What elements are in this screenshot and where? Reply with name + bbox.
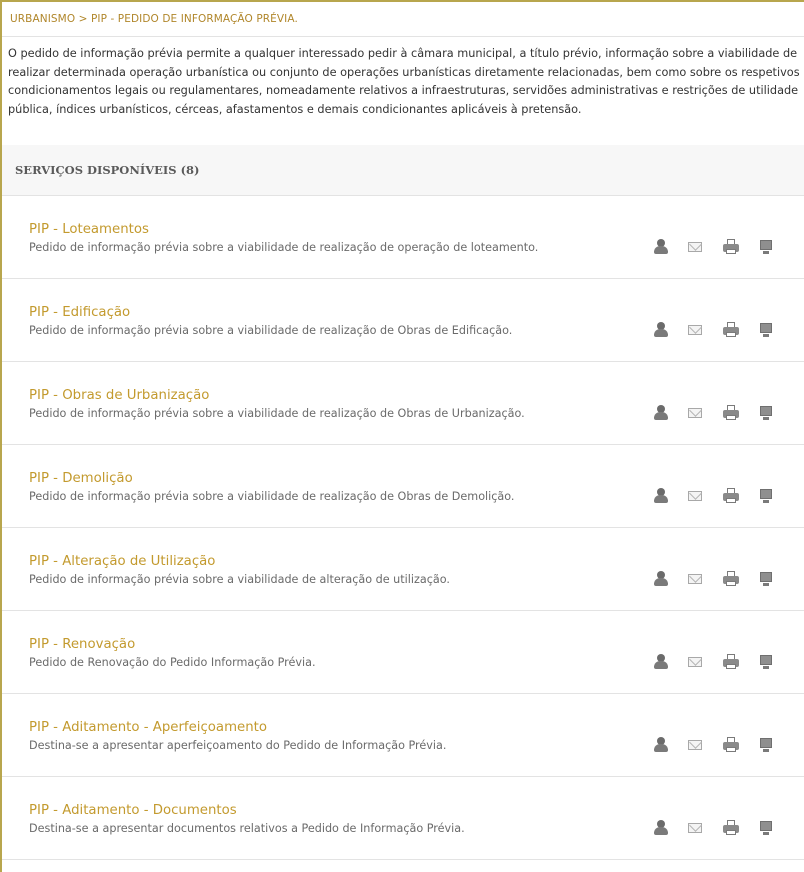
mail-icon[interactable] (688, 653, 704, 670)
service-item: PIP - Alteração de Utilização Pedido de … (2, 528, 804, 611)
printer-icon[interactable] (723, 654, 739, 670)
printer-icon[interactable] (723, 488, 739, 504)
person-icon[interactable] (653, 239, 669, 255)
mail-icon[interactable] (688, 238, 704, 255)
service-description: Pedido de informação prévia sobre a viab… (29, 573, 450, 586)
person-icon[interactable] (653, 322, 669, 338)
service-description: Destina-se a apresentar documentos relat… (29, 822, 465, 835)
printer-icon[interactable] (723, 405, 739, 421)
service-item: PIP - Obras de Urbanização Pedido de inf… (2, 362, 804, 445)
person-icon[interactable] (653, 737, 669, 753)
section-title: SERVIÇOS DISPONÍVEIS (8) (2, 145, 804, 196)
monitor-icon[interactable] (758, 820, 774, 836)
monitor-icon[interactable] (758, 322, 774, 338)
monitor-icon[interactable] (758, 654, 774, 670)
service-title-link[interactable]: PIP - Alteração de Utilização (29, 554, 215, 569)
service-actions (634, 819, 774, 836)
service-title-link[interactable]: PIP - Loteamentos (29, 222, 149, 237)
service-description: Pedido de informação prévia sobre a viab… (29, 407, 525, 420)
person-icon[interactable] (653, 571, 669, 587)
page-frame: URBANISMO > PIP - PEDIDO DE INFORMAÇÃO P… (0, 0, 804, 872)
intro-text: O pedido de informação prévia permite a … (8, 47, 800, 116)
service-actions (634, 570, 774, 587)
breadcrumb[interactable]: URBANISMO > PIP - PEDIDO DE INFORMAÇÃO P… (2, 2, 804, 37)
service-description: Pedido de informação prévia sobre a viab… (29, 324, 513, 337)
service-item: PIP - Demolição Pedido de informação pré… (2, 445, 804, 528)
person-icon[interactable] (653, 405, 669, 421)
service-description: Pedido de informação prévia sobre a viab… (29, 490, 515, 503)
service-title-link[interactable]: PIP - Aditamento - Documentos (29, 803, 237, 818)
mail-icon[interactable] (688, 404, 704, 421)
service-description: Destina-se a apresentar aperfeiçoamento … (29, 739, 447, 752)
monitor-icon[interactable] (758, 239, 774, 255)
service-actions (634, 404, 774, 421)
service-actions (634, 736, 774, 753)
service-item: PIP - Aditamento - Documentos Destina-se… (2, 777, 804, 860)
person-icon[interactable] (653, 654, 669, 670)
printer-icon[interactable] (723, 239, 739, 255)
service-item: PIP - Loteamentos Pedido de informação p… (2, 196, 804, 279)
printer-icon[interactable] (723, 820, 739, 836)
service-item: PIP - Edificação Pedido de informação pr… (2, 279, 804, 362)
service-item: PIP - Aditamento - Aperfeiçoamento Desti… (2, 694, 804, 777)
service-actions (634, 653, 774, 670)
mail-icon[interactable] (688, 321, 704, 338)
service-actions (634, 238, 774, 255)
services-list: PIP - Loteamentos Pedido de informação p… (2, 196, 804, 860)
mail-icon[interactable] (688, 487, 704, 504)
service-actions (634, 321, 774, 338)
mail-icon[interactable] (688, 570, 704, 587)
printer-icon[interactable] (723, 571, 739, 587)
printer-icon[interactable] (723, 737, 739, 753)
printer-icon[interactable] (723, 322, 739, 338)
service-item: PIP - Renovação Pedido de Renovação do P… (2, 611, 804, 694)
monitor-icon[interactable] (758, 737, 774, 753)
monitor-icon[interactable] (758, 571, 774, 587)
service-description: Pedido de informação prévia sobre a viab… (29, 241, 539, 254)
service-description: Pedido de Renovação do Pedido Informação… (29, 656, 316, 669)
service-title-link[interactable]: PIP - Obras de Urbanização (29, 388, 209, 403)
person-icon[interactable] (653, 488, 669, 504)
mail-icon[interactable] (688, 819, 704, 836)
monitor-icon[interactable] (758, 488, 774, 504)
mail-icon[interactable] (688, 736, 704, 753)
service-title-link[interactable]: PIP - Edificação (29, 305, 130, 320)
service-title-link[interactable]: PIP - Aditamento - Aperfeiçoamento (29, 720, 267, 735)
service-title-link[interactable]: PIP - Demolição (29, 471, 133, 486)
monitor-icon[interactable] (758, 405, 774, 421)
person-icon[interactable] (653, 820, 669, 836)
service-actions (634, 487, 774, 504)
service-title-link[interactable]: PIP - Renovação (29, 637, 135, 652)
